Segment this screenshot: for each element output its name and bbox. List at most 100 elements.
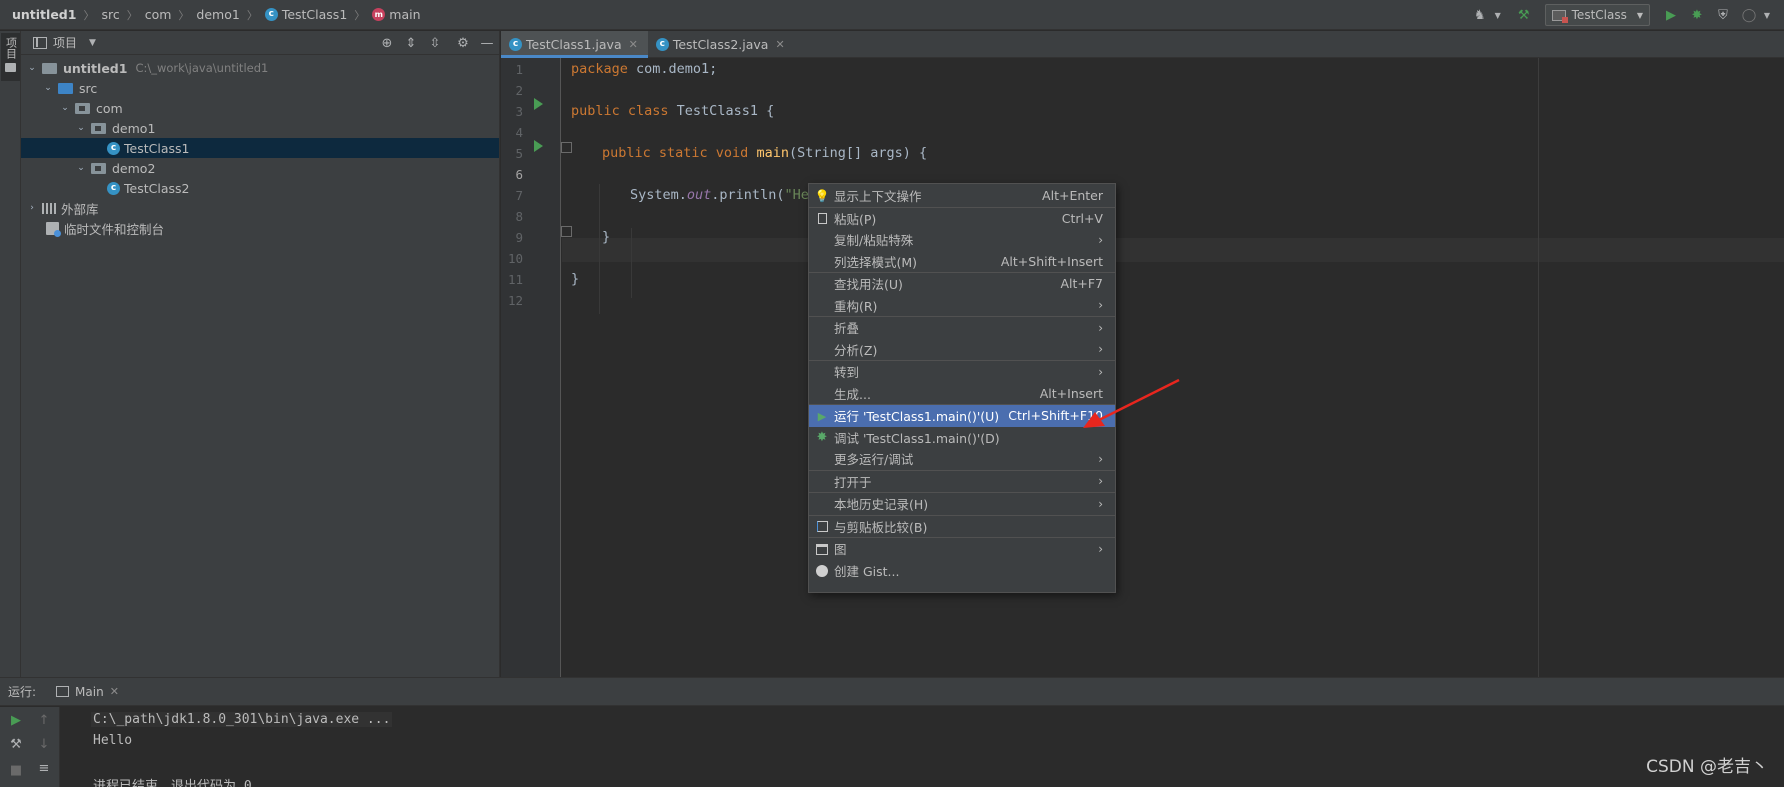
menu-item-copy-paste-special[interactable]: 复制/粘贴特殊 ›: [809, 229, 1115, 251]
menu-item-run-main[interactable]: ▶ 运行 'TestClass1.main()'(U) Ctrl+Shift+F…: [809, 405, 1115, 427]
menu-item-debug-main[interactable]: ✸ 调试 'TestClass1.main()'(D): [809, 427, 1115, 449]
editor-gutter[interactable]: 1 2 3 4 5 6 7 8 9 10 11 12: [501, 58, 561, 677]
close-icon[interactable]: ✕: [775, 38, 784, 51]
chevron-right-icon[interactable]: ›: [25, 203, 39, 213]
chevron-down-icon[interactable]: ⌄: [74, 163, 88, 173]
line-number: 4: [515, 125, 523, 140]
menu-item-paste[interactable]: 粘贴(P) Ctrl+V: [809, 208, 1115, 230]
code-method-name: main: [756, 145, 789, 161]
breadcrumb-class[interactable]: c TestClass1: [264, 7, 347, 22]
menu-item-diagrams[interactable]: 图 ›: [809, 538, 1115, 560]
menu-item-compare-clipboard[interactable]: 与剪贴板比较(B): [809, 516, 1115, 538]
menu-item-show-context-actions[interactable]: 💡 显示上下文操作 Alt+Enter: [809, 185, 1115, 207]
code-editor[interactable]: 1 2 3 4 5 6 7 8 9 10 11 12 package com.d…: [501, 58, 1784, 677]
menu-item-find-usages[interactable]: 查找用法(U) Alt+F7: [809, 273, 1115, 295]
scroll-down-icon[interactable]: ↓: [34, 737, 54, 752]
chevron-down-icon[interactable]: ⌄: [58, 103, 72, 113]
rerun-icon[interactable]: ▶: [6, 713, 26, 728]
tree-item-scratches[interactable]: 临时文件和控制台: [21, 218, 499, 238]
menu-item-label: 运行 'TestClass1.main()'(U): [834, 409, 1000, 425]
indent-guide: [631, 228, 632, 298]
fold-marker-icon[interactable]: [561, 142, 572, 153]
breadcrumb-project[interactable]: untitled1: [12, 7, 76, 22]
tree-item-testclass1[interactable]: c TestClass1: [21, 138, 499, 158]
menu-item-open-in[interactable]: 打开于 ›: [809, 471, 1115, 493]
code-keyword: public static void: [602, 145, 749, 161]
library-icon: [42, 202, 56, 214]
coverage-icon[interactable]: ⛨: [1712, 4, 1734, 26]
diagram-icon: [815, 542, 829, 556]
run-class-gutter-icon[interactable]: [534, 98, 543, 110]
collapse-all-icon[interactable]: ⇳: [423, 36, 447, 51]
debug-icon[interactable]: ✸: [1686, 4, 1708, 26]
tree-item-demo1[interactable]: ⌄ demo1: [21, 118, 499, 138]
tree-item-com[interactable]: ⌄ com: [21, 98, 499, 118]
code-line-1: package com.demo1;: [571, 61, 717, 77]
tree-item-label: src: [79, 80, 98, 96]
console-output[interactable]: C:\_path\jdk1.8.0_301\bin\java.exe ... H…: [61, 707, 1784, 787]
expand-all-icon[interactable]: ⇕: [399, 36, 423, 51]
console-output-line: Hello: [93, 733, 133, 748]
tree-item-src[interactable]: ⌄ src: [21, 78, 499, 98]
menu-item-go-to[interactable]: 转到 ›: [809, 361, 1115, 383]
scroll-up-icon[interactable]: ↑: [34, 713, 54, 728]
menu-item-folding[interactable]: 折叠 ›: [809, 317, 1115, 339]
run-icon[interactable]: ▶: [1660, 4, 1682, 26]
method-icon: m: [372, 8, 386, 21]
stop-icon[interactable]: ■: [6, 763, 26, 778]
menu-item-more-run-debug[interactable]: 更多运行/调试 ›: [809, 448, 1115, 470]
close-icon[interactable]: ✕: [110, 685, 119, 698]
breadcrumb-method[interactable]: m main: [372, 7, 421, 22]
tab-testclass1[interactable]: c TestClass1.java ✕: [501, 31, 648, 58]
run-configuration-select[interactable]: TestClass ▼: [1544, 4, 1650, 26]
menu-item-refactor[interactable]: 重构(R) ›: [809, 295, 1115, 317]
breadcrumb-com[interactable]: com: [145, 7, 172, 22]
class-icon: c: [509, 37, 522, 51]
tree-item-testclass2[interactable]: c TestClass2: [21, 178, 499, 198]
chevron-down-icon[interactable]: ▼: [89, 38, 96, 48]
run-panel-toolbar: ▶ ↑ ⚒ ↓ ■ ≡: [0, 707, 60, 787]
chevron-right-icon: ›: [1098, 342, 1103, 357]
chevron-down-icon[interactable]: ⌄: [41, 83, 55, 93]
hide-icon[interactable]: —: [475, 36, 499, 51]
project-panel-title[interactable]: 项目: [53, 34, 77, 51]
menu-item-label: 列选择模式(M): [834, 254, 918, 270]
class-icon: c: [264, 8, 278, 21]
line-number: 6: [515, 167, 523, 182]
run-main-gutter-icon[interactable]: [534, 140, 543, 152]
locate-icon[interactable]: ⊕: [375, 36, 399, 51]
tree-item-demo2[interactable]: ⌄ demo2: [21, 158, 499, 178]
menu-item-label: 粘贴(P): [834, 211, 877, 227]
line-number: 7: [515, 188, 523, 203]
chevron-right-icon: ›: [1098, 298, 1103, 313]
chevron-down-icon[interactable]: ⌄: [74, 123, 88, 133]
line-number: 3: [515, 104, 523, 119]
tree-item-untitled1[interactable]: ⌄ untitled1 C:\_work\java\untitled1: [21, 58, 499, 78]
menu-item-local-history[interactable]: 本地历史记录(H) ›: [809, 493, 1115, 515]
dropdown-icon[interactable]: ▼: [1487, 4, 1509, 26]
gear-icon[interactable]: ⚙: [451, 36, 475, 51]
soft-wrap-icon[interactable]: ≡: [34, 761, 54, 776]
menu-item-label: 复制/粘贴特殊: [834, 233, 914, 249]
project-tool-tab[interactable]: 项目: [1, 33, 20, 81]
run-tab-main[interactable]: Main ✕: [50, 678, 125, 706]
menu-item-generate[interactable]: 生成... Alt+Insert: [809, 383, 1115, 405]
editor-tab-bar: c TestClass1.java ✕ c TestClass2.java ✕: [501, 31, 1784, 58]
chevron-down-icon[interactable]: ⌄: [25, 63, 39, 73]
menu-item-create-gist[interactable]: 创建 Gist...: [809, 560, 1115, 582]
navigation-bar: untitled1 〉 src 〉 com 〉 demo1 〉 c TestCla…: [0, 0, 1784, 30]
tab-testclass2[interactable]: c TestClass2.java ✕: [648, 31, 795, 57]
breadcrumb-src[interactable]: src: [101, 7, 119, 22]
chevron-right-icon: ›: [1098, 541, 1103, 556]
wrench-icon[interactable]: ⚒: [6, 737, 26, 752]
fold-marker-icon[interactable]: [561, 226, 572, 237]
line-number: 2: [515, 83, 523, 98]
close-icon[interactable]: ✕: [629, 38, 638, 51]
breadcrumb-demo1[interactable]: demo1: [196, 7, 239, 22]
clipboard-icon: [815, 212, 829, 226]
menu-item-column-selection[interactable]: 列选择模式(M) Alt+Shift+Insert: [809, 251, 1115, 273]
build-hammer-icon[interactable]: ⚒: [1513, 4, 1535, 26]
menu-item-analyze[interactable]: 分析(Z) ›: [809, 339, 1115, 361]
tree-item-external-libraries[interactable]: › 外部库: [21, 198, 499, 218]
more-dropdown-icon[interactable]: ▼: [1756, 4, 1778, 26]
